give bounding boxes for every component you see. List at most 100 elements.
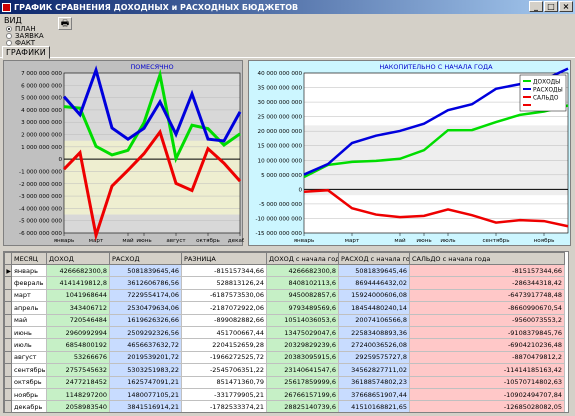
table-cell[interactable]: -9560073553,2 (409, 313, 565, 327)
table-cell[interactable]: 4266682300,8 (46, 263, 110, 278)
table-cell[interactable]: -1782533374,21 (181, 400, 267, 412)
table-row[interactable]: сентябрь 2757545632 5303251983,22 -25457063… (4, 363, 565, 377)
table-cell[interactable]: 851471360,79 (181, 375, 267, 389)
table-row[interactable]: август 53266676 2019539201,72 -1966272525,7… (4, 350, 565, 365)
table-cell[interactable]: -6187573530,06 (181, 288, 267, 303)
table-cell[interactable]: октябрь (11, 375, 47, 389)
table-cell[interactable]: май (11, 313, 47, 327)
column-header[interactable]: ДОХОД (46, 252, 110, 265)
table-cell[interactable]: -10902494707,84 (409, 387, 565, 402)
table-cell[interactable]: апрель (11, 301, 47, 315)
table-cell[interactable]: -8660990670,54 (409, 301, 565, 315)
table-cell[interactable]: 8408102113,6 (266, 276, 339, 290)
table-cell[interactable]: 28825140739,6 (266, 400, 339, 412)
table-cell[interactable]: 3612606786,56 (109, 276, 182, 290)
table-row[interactable]: октябрь 2477218452 1625747091,21 851471360,… (4, 375, 565, 389)
table-cell[interactable]: 528813126,24 (181, 276, 267, 290)
radio-icon[interactable] (6, 32, 12, 39)
column-header[interactable]: САЛЬДО с начала года (409, 252, 565, 265)
table-row[interactable]: апрель 343406712 2530479634,06 -2187072922,… (4, 301, 565, 315)
table-cell[interactable]: -815157344,66 (181, 263, 267, 278)
table-row[interactable]: ноябрь 1148297200 1480077105,21 -331779905,… (4, 387, 565, 402)
table-cell[interactable]: 4266682300,8 (266, 263, 339, 278)
table-cell[interactable]: 1625747091,21 (109, 375, 182, 389)
table-cell[interactable]: -331779905,21 (181, 387, 267, 402)
column-header[interactable]: РАСХОД (109, 252, 182, 265)
table-cell[interactable]: -899082882,66 (181, 313, 267, 327)
table-cell[interactable]: июнь (11, 325, 47, 340)
radio-icon[interactable] (6, 39, 12, 46)
table-cell[interactable]: 7229554174,06 (109, 288, 182, 303)
table-cell[interactable]: 37668651907,44 (338, 387, 410, 402)
tab-charts[interactable]: ГРАФИКИ (2, 46, 50, 59)
table-cell[interactable]: -2545706351,22 (181, 363, 267, 377)
table-cell[interactable]: 2204152659,28 (181, 338, 267, 352)
table-cell[interactable]: -10570714802,63 (409, 375, 565, 389)
table-cell[interactable]: 2477218452 (46, 375, 110, 389)
table-cell[interactable]: 13475029047,6 (266, 325, 339, 340)
table-cell[interactable]: 2960992994 (46, 325, 110, 340)
table-cell[interactable]: 34562827711,02 (338, 363, 410, 377)
table-cell[interactable]: 25617859999,6 (266, 375, 339, 389)
table-cell[interactable]: 53266676 (46, 350, 110, 365)
table-row[interactable]: ▶ январь 4266682300,8 5081839645,46 -8151573… (4, 263, 565, 278)
table-row[interactable]: декабрь 2058983540 3841516914,21 -178253337… (4, 400, 565, 412)
table-cell[interactable]: -2187072922,06 (181, 301, 267, 315)
table-cell[interactable]: 2509292326,56 (109, 325, 182, 340)
minimize-button[interactable]: _ (529, 1, 543, 12)
table-cell[interactable]: -815157344,66 (409, 263, 565, 278)
table-cell[interactable]: 2530479634,06 (109, 301, 182, 315)
radio-fact[interactable]: ФАКТ (6, 39, 74, 47)
table-cell[interactable]: 22583408893,36 (338, 325, 410, 340)
table-cell[interactable]: ноябрь (11, 387, 47, 402)
table-cell[interactable]: 29259575727,8 (338, 350, 410, 365)
table-cell[interactable]: сентябрь (11, 363, 47, 377)
table-cell[interactable]: 1619626326,66 (109, 313, 182, 327)
table-cell[interactable]: -6904210236,48 (409, 338, 565, 352)
table-cell[interactable]: -12685028082,05 (409, 400, 565, 412)
table-cell[interactable]: -286344318,42 (409, 276, 565, 290)
table-cell[interactable]: 2058983540 (46, 400, 110, 412)
table-cell[interactable]: 15924000606,08 (338, 288, 410, 303)
column-header[interactable]: РАСХОД с начала года (338, 252, 410, 265)
table-cell[interactable]: 9793489569,6 (266, 301, 339, 315)
table-cell[interactable]: 6854800192 (46, 338, 110, 352)
table-cell[interactable]: 2019539201,72 (109, 350, 182, 365)
table-cell[interactable]: 36188574802,23 (338, 375, 410, 389)
table-cell[interactable]: март (11, 288, 47, 303)
print-button[interactable]: 🖶 (58, 17, 72, 30)
table-row[interactable]: июнь 2960992994 2509292326,56 451700667,44 1… (4, 325, 565, 340)
table-cell[interactable]: -8870479812,2 (409, 350, 565, 365)
table-cell[interactable]: 1480077105,21 (109, 387, 182, 402)
table-cell[interactable]: -1966272525,72 (181, 350, 267, 365)
table-cell[interactable]: 8694446432,02 (338, 276, 410, 290)
data-grid[interactable]: МЕСЯЦ ДОХОД РАСХОД РАЗНИЦА ДОХОД с начала го… (3, 251, 569, 413)
table-cell[interactable]: 1148297200 (46, 387, 110, 402)
table-cell[interactable]: 26766157199,6 (266, 387, 339, 402)
table-cell[interactable]: -6473917748,48 (409, 288, 565, 303)
table-cell[interactable]: 5081839645,46 (338, 263, 410, 278)
table-cell[interactable]: 720546484 (46, 313, 110, 327)
table-cell[interactable]: 5303251983,22 (109, 363, 182, 377)
table-cell[interactable]: август (11, 350, 47, 365)
table-cell[interactable]: 3841516914,21 (109, 400, 182, 412)
column-header[interactable]: РАЗНИЦА (181, 252, 267, 265)
table-cell[interactable]: -11414185163,42 (409, 363, 565, 377)
table-cell[interactable]: 343406712 (46, 301, 110, 315)
column-header[interactable]: ДОХОД с начала года (266, 252, 339, 265)
table-row[interactable]: июль 6854800192 4656637632,72 2204152659,28… (4, 338, 565, 352)
table-cell[interactable]: 9450082857,6 (266, 288, 339, 303)
table-cell[interactable]: 1041968644 (46, 288, 110, 303)
table-cell[interactable]: 23140641547,6 (266, 363, 339, 377)
table-cell[interactable]: 4141419812,8 (46, 276, 110, 290)
table-cell[interactable]: 20329829239,6 (266, 338, 339, 352)
table-cell[interactable]: декабрь (11, 400, 47, 412)
table-cell[interactable]: 41510168821,65 (338, 400, 410, 412)
table-row[interactable]: февраль 4141419812,8 3612606786,56 52881312… (4, 276, 565, 290)
table-row[interactable]: март 1041968644 7229554174,06 -6187573530,0… (4, 288, 565, 303)
table-cell[interactable]: 18454480240,14 (338, 301, 410, 315)
table-cell[interactable]: 10514036053,6 (266, 313, 339, 327)
table-cell[interactable]: -9108379845,76 (409, 325, 565, 340)
table-cell[interactable]: февраль (11, 276, 47, 290)
table-cell[interactable]: 20383095915,6 (266, 350, 339, 365)
